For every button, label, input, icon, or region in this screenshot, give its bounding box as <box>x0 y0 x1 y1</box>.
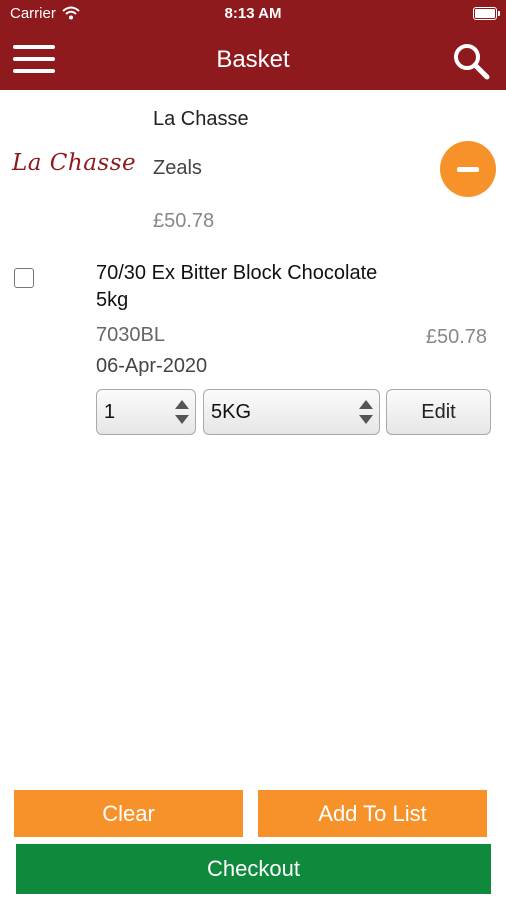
nav-bar: Basket <box>0 28 506 90</box>
supplier-total: £50.78 <box>153 210 215 232</box>
stepper-arrows-icon <box>175 400 189 426</box>
remove-supplier-button[interactable] <box>440 141 496 197</box>
add-to-list-button[interactable]: Add To List <box>258 790 487 837</box>
supplier-name: La Chasse <box>153 108 249 130</box>
clock: 8:13 AM <box>224 5 282 22</box>
item-price: £50.78 <box>425 326 487 348</box>
search-icon[interactable] <box>450 40 492 82</box>
unit-value: 5KG <box>211 401 252 423</box>
supplier-logo: La Chasse <box>12 150 137 176</box>
page-title: Basket <box>216 46 290 73</box>
battery-icon <box>473 7 497 20</box>
battery-cap <box>498 11 500 16</box>
edit-button[interactable]: Edit <box>386 389 491 435</box>
item-checkbox[interactable] <box>14 268 34 288</box>
clear-button[interactable]: Clear <box>14 790 243 837</box>
status-bar: Carrier 8:13 AM <box>0 0 506 28</box>
quantity-value: 1 <box>104 401 116 423</box>
select-arrows-icon <box>359 400 373 426</box>
checkout-button[interactable]: Checkout <box>16 844 491 894</box>
quantity-stepper[interactable]: 1 <box>96 389 196 435</box>
minus-icon <box>457 167 479 172</box>
unit-select[interactable]: 5KG <box>203 389 380 435</box>
item-date: 06-Apr-2020 <box>96 355 208 377</box>
supplier-location: Zeals <box>153 157 202 179</box>
item-name: 70/30 Ex Bitter Block Chocolate 5kg <box>96 262 378 311</box>
